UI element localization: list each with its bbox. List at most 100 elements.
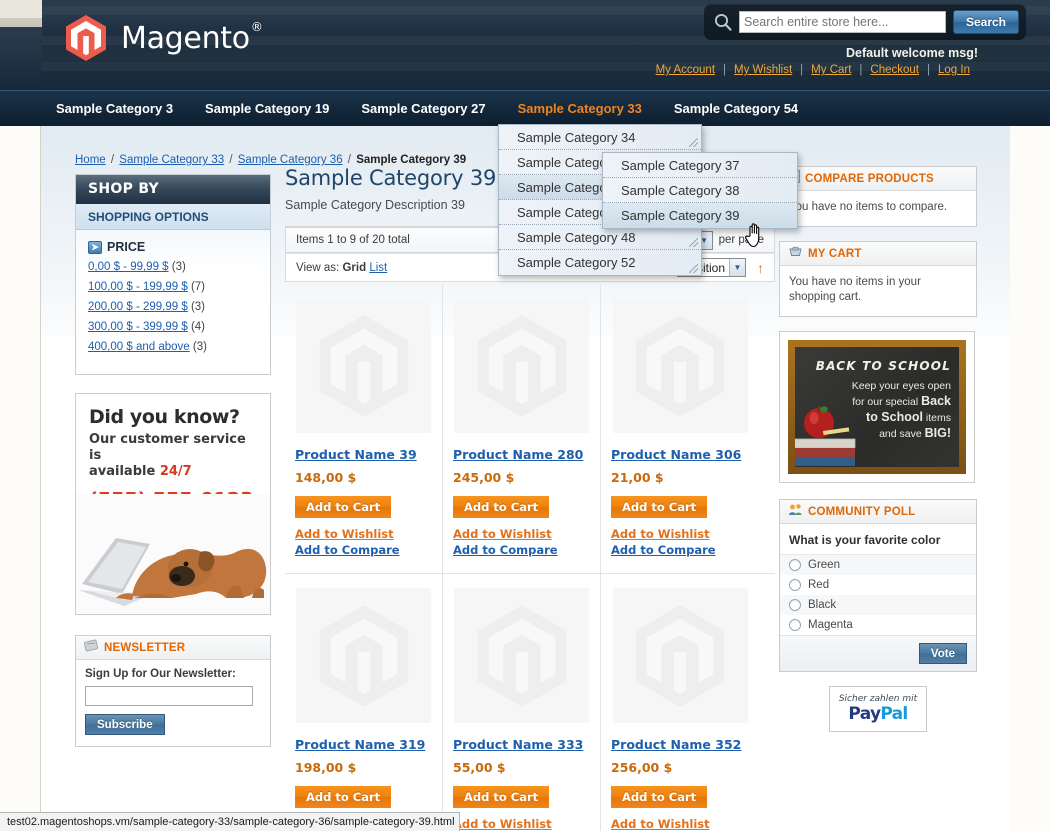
banner-headline: BACK TO SCHOOL bbox=[815, 359, 951, 373]
product-name-link[interactable]: Product Name 39 bbox=[295, 447, 432, 462]
product-card: Product Name 333 55,00 $ Add to Cart Add… bbox=[443, 574, 601, 831]
poll-option-black[interactable]: Black bbox=[780, 595, 976, 615]
add-to-cart-button[interactable]: Add to Cart bbox=[453, 786, 550, 808]
product-name-link[interactable]: Product Name 319 bbox=[295, 737, 432, 752]
filter-attribute-price[interactable]: ➤ PRICE bbox=[88, 240, 258, 254]
banner-line1: Keep your eyes open bbox=[851, 380, 951, 392]
product-card: Product Name 306 21,00 $ Add to Cart Add… bbox=[601, 284, 759, 573]
product-image-placeholder[interactable] bbox=[612, 298, 748, 433]
product-card: Product Name 39 148,00 $ Add to Cart Add… bbox=[285, 284, 443, 573]
poll-option-magenta[interactable]: Magenta bbox=[780, 615, 976, 635]
add-to-wishlist-link[interactable]: Add to Wishlist bbox=[453, 817, 590, 831]
dog-on-laptop-image bbox=[76, 494, 270, 614]
product-name-link[interactable]: Product Name 352 bbox=[611, 737, 749, 752]
poll-option-green[interactable]: Green bbox=[780, 555, 976, 575]
newsletter-body: Sign Up for Our Newsletter: Subscribe bbox=[76, 660, 270, 746]
product-image-placeholder[interactable] bbox=[454, 298, 589, 433]
poll-footer: Vote bbox=[780, 635, 976, 671]
paypal-badge[interactable]: Sicher zahlen mit PayPal bbox=[829, 686, 927, 732]
top-link-my-wishlist[interactable]: My Wishlist bbox=[726, 64, 800, 76]
logo-registered-mark: ® bbox=[250, 19, 263, 34]
add-to-cart-button[interactable]: Add to Cart bbox=[295, 786, 392, 808]
add-to-wishlist-link[interactable]: Add to Wishlist bbox=[611, 527, 749, 541]
breadcrumb-home[interactable]: Home bbox=[75, 154, 106, 166]
search-input[interactable] bbox=[739, 11, 946, 33]
radio-icon[interactable] bbox=[789, 619, 801, 631]
add-to-cart-button[interactable]: Add to Cart bbox=[295, 496, 392, 518]
search-icon bbox=[713, 12, 733, 32]
breadcrumb-level1[interactable]: Sample Category 33 bbox=[119, 154, 224, 166]
product-image-placeholder[interactable] bbox=[296, 588, 431, 723]
add-to-cart-button[interactable]: Add to Cart bbox=[611, 786, 708, 808]
dropdown-item-sample-category-39[interactable]: Sample Category 39 bbox=[603, 203, 797, 228]
view-mode-list[interactable]: List bbox=[369, 262, 387, 274]
add-to-compare-link[interactable]: Add to Compare bbox=[453, 543, 590, 557]
sort-direction-arrow-up-icon[interactable]: ↑ bbox=[757, 260, 764, 276]
product-name-link[interactable]: Product Name 333 bbox=[453, 737, 590, 752]
my-cart-header: MY CART bbox=[780, 242, 976, 266]
shop-by-title: SHOP BY bbox=[76, 175, 270, 204]
dropdown-item-sample-category-37[interactable]: Sample Category 37 bbox=[603, 153, 797, 178]
price-filter-count: (3) bbox=[171, 261, 186, 273]
product-image-placeholder[interactable] bbox=[454, 588, 589, 723]
nav-dropdown-level2: Sample Category 37 Sample Category 38 Sa… bbox=[602, 152, 798, 229]
radio-icon[interactable] bbox=[789, 559, 801, 571]
list-item: 300,00 $ - 399,99 $ (4) bbox=[88, 320, 258, 335]
newsletter-email-input[interactable] bbox=[85, 686, 253, 706]
nav-item-sample-category-3[interactable]: Sample Category 3 bbox=[40, 91, 189, 127]
dropdown-item-sample-category-38[interactable]: Sample Category 38 bbox=[603, 178, 797, 203]
add-to-wishlist-link[interactable]: Add to Wishlist bbox=[611, 817, 749, 831]
site-logo[interactable]: Magento® bbox=[64, 14, 263, 62]
product-image-placeholder[interactable] bbox=[612, 588, 748, 723]
resize-corner-icon bbox=[689, 138, 698, 147]
my-cart-title: MY CART bbox=[808, 247, 862, 260]
add-to-compare-link[interactable]: Add to Compare bbox=[611, 543, 749, 557]
price-filter-link[interactable]: 0,00 $ - 99,99 $ bbox=[88, 261, 169, 273]
top-link-checkout[interactable]: Checkout bbox=[862, 64, 927, 76]
community-poll-header: COMMUNITY POLL bbox=[780, 500, 976, 524]
product-price: 21,00 $ bbox=[611, 470, 664, 485]
chevron-down-icon: ▼ bbox=[729, 259, 745, 276]
breadcrumb-level2[interactable]: Sample Category 36 bbox=[238, 154, 343, 166]
top-link-log-in[interactable]: Log In bbox=[930, 64, 978, 76]
nav-item-sample-category-19[interactable]: Sample Category 19 bbox=[189, 91, 345, 127]
add-to-wishlist-link[interactable]: Add to Wishlist bbox=[453, 527, 590, 541]
promo-subtext: Our customer service is available 24/7 bbox=[89, 432, 259, 480]
promo-heading: Did you know? bbox=[89, 406, 240, 428]
promo-banner-customer-service[interactable]: Did you know? Our customer service is av… bbox=[75, 393, 271, 615]
dropdown-item-label: Sample Category 52 bbox=[517, 255, 636, 270]
breadcrumb-separator: / bbox=[110, 154, 115, 166]
price-filter-link[interactable]: 400,00 $ and above bbox=[88, 341, 190, 353]
subscribe-button[interactable]: Subscribe bbox=[85, 714, 165, 735]
price-filter-link[interactable]: 100,00 $ - 199,99 $ bbox=[88, 281, 188, 293]
product-name-link[interactable]: Product Name 306 bbox=[611, 447, 749, 462]
nav-item-sample-category-27[interactable]: Sample Category 27 bbox=[345, 91, 501, 127]
back-to-school-banner[interactable]: BACK TO SCHOOL Keep your eyes open for o… bbox=[779, 331, 975, 483]
poll-option-label: Black bbox=[808, 599, 837, 611]
add-to-compare-link[interactable]: Add to Compare bbox=[295, 543, 432, 557]
poll-option-label: Red bbox=[808, 579, 830, 591]
radio-icon[interactable] bbox=[789, 579, 801, 591]
nav-item-sample-category-33[interactable]: Sample Category 33 bbox=[502, 91, 658, 127]
add-to-wishlist-link[interactable]: Add to Wishlist bbox=[295, 527, 432, 541]
add-to-cart-button[interactable]: Add to Cart bbox=[453, 496, 550, 518]
mouse-cursor-pointer-icon bbox=[744, 222, 766, 248]
price-filter-link[interactable]: 200,00 $ - 299,99 $ bbox=[88, 301, 188, 313]
nav-item-sample-category-54[interactable]: Sample Category 54 bbox=[658, 91, 814, 127]
vote-button[interactable]: Vote bbox=[918, 643, 967, 664]
dropdown-item-sample-category-34[interactable]: Sample Category 34 bbox=[499, 125, 701, 150]
view-mode-grid: Grid bbox=[342, 261, 367, 274]
poll-option-red[interactable]: Red bbox=[780, 575, 976, 595]
product-price: 55,00 $ bbox=[453, 760, 506, 775]
magento-logo-icon bbox=[64, 14, 108, 62]
search-button[interactable]: Search bbox=[952, 10, 1019, 34]
paypal-tagline: Sicher zahlen mit bbox=[838, 694, 918, 704]
radio-icon[interactable] bbox=[789, 599, 801, 611]
price-filter-link[interactable]: 300,00 $ - 399,99 $ bbox=[88, 321, 188, 333]
dropdown-item-sample-category-52[interactable]: Sample Category 52 bbox=[499, 250, 701, 275]
top-link-my-account[interactable]: My Account bbox=[648, 64, 723, 76]
top-link-my-cart[interactable]: My Cart bbox=[803, 64, 859, 76]
add-to-cart-button[interactable]: Add to Cart bbox=[611, 496, 708, 518]
product-name-link[interactable]: Product Name 280 bbox=[453, 447, 590, 462]
product-image-placeholder[interactable] bbox=[296, 298, 431, 433]
